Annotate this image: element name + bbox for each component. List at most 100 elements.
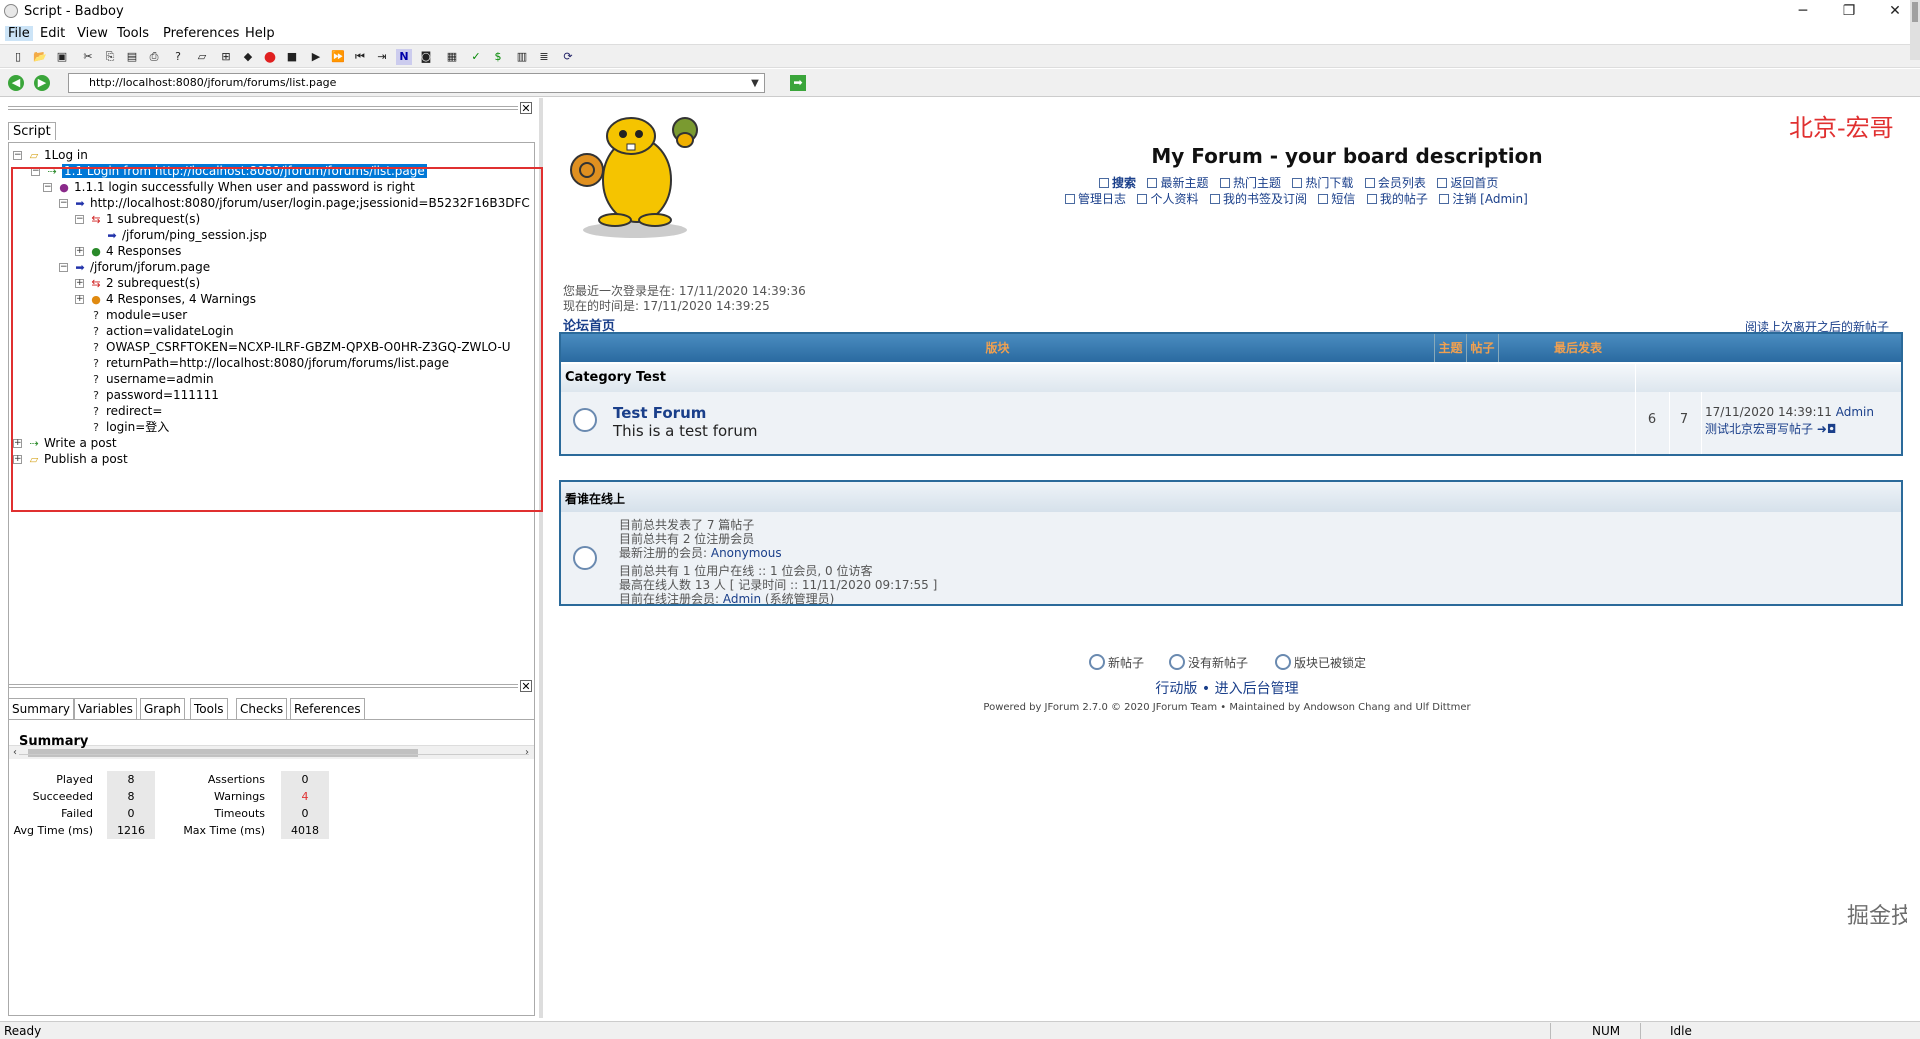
play-all-icon[interactable]: ⏩ — [330, 49, 346, 65]
tab-summary[interactable]: Summary — [8, 698, 74, 720]
online-registered-prefix: 目前在线注册会员: — [619, 592, 723, 606]
forum-table: 版块 主题 帖子 最后发表 Category Test Test Forum T… — [559, 332, 1903, 456]
menu-preferences[interactable]: Preferences — [160, 26, 242, 41]
status-bar: Ready NUM Idle — [0, 1021, 1920, 1039]
forward-icon[interactable]: ▶ — [34, 75, 50, 91]
window-title: Script - Badboy — [24, 4, 124, 19]
top-link-messages[interactable]: 短信 — [1318, 192, 1355, 206]
vscroll-thumb[interactable] — [1912, 2, 1918, 22]
refresh-icon[interactable]: ⟳ — [560, 49, 576, 65]
stat-value-succeeded: 8 — [107, 788, 155, 805]
category-divider — [1635, 364, 1636, 392]
menu-help[interactable]: Help — [242, 26, 278, 41]
restore-button[interactable]: ❐ — [1826, 0, 1872, 24]
help-icon[interactable]: ? — [170, 49, 186, 65]
top-link-hot-label: 热门主题 — [1232, 176, 1281, 190]
variable-icon[interactable]: $ — [490, 49, 506, 65]
top-link-myposts[interactable]: 我的帖子 — [1366, 192, 1428, 206]
rewind-icon[interactable]: ⏮ — [352, 49, 368, 65]
menu-view[interactable]: View — [74, 26, 111, 41]
search-icon — [1099, 178, 1109, 188]
play-icon[interactable]: ▶ — [308, 49, 324, 65]
tab-references[interactable]: References — [290, 698, 365, 720]
vertical-scrollbar[interactable] — [1910, 0, 1920, 60]
cut-icon[interactable]: ✂ — [80, 49, 96, 65]
top-link-members[interactable]: 会员列表 — [1364, 176, 1426, 190]
copy-icon[interactable]: ⎘ — [102, 49, 118, 65]
top-link-bookmarks-label: 我的书签及订阅 — [1222, 192, 1307, 206]
top-link-search[interactable]: 搜索 — [1099, 176, 1136, 190]
report-icon[interactable]: ▦ — [444, 49, 460, 65]
chevron-down-icon[interactable]: ▼ — [748, 75, 762, 91]
paste-icon[interactable]: ▤ — [124, 49, 140, 65]
col-forum: 版块 — [561, 334, 1435, 362]
message-icon — [1318, 194, 1329, 204]
stat-label-assertions: Assertions — [207, 773, 265, 786]
open-icon[interactable]: 📂 — [32, 49, 48, 65]
top-link-modlog[interactable]: 管理日志 — [1065, 192, 1126, 206]
newest-member-link[interactable]: Anonymous — [711, 546, 782, 560]
last-post-user[interactable]: Admin — [1836, 405, 1874, 419]
status-state: Idle — [1670, 1024, 1692, 1038]
top-link-recent[interactable]: 最新主题 — [1147, 176, 1208, 190]
newest-member-prefix: 最新注册的会员: — [619, 546, 711, 560]
who-is-online-box: 看谁在线上 目前总共发表了 7 篇帖子 目前总共有 2 位注册会员 最新注册的会… — [559, 480, 1903, 606]
go-icon[interactable]: ➡ — [790, 75, 806, 91]
collapse-icon[interactable]: − — [13, 151, 22, 160]
back-icon[interactable]: ◀ — [8, 75, 24, 91]
online-admin-link[interactable]: Admin — [723, 592, 761, 606]
tab-graph[interactable]: Graph — [140, 698, 185, 720]
menu-edit[interactable]: Edit — [37, 26, 68, 41]
top-link-logout[interactable]: 注销 [Admin] — [1439, 192, 1528, 206]
stat-label-failed: Failed — [61, 807, 93, 820]
top-link-hot[interactable]: 热门主题 — [1219, 176, 1281, 190]
stop-icon[interactable]: ■ — [284, 49, 300, 65]
category-name[interactable]: Category Test — [565, 370, 666, 385]
navigation-icon[interactable]: N — [396, 49, 412, 65]
top-link-downloads[interactable]: 热门下载 — [1292, 176, 1353, 190]
close-icon[interactable]: ✕ — [520, 680, 532, 693]
tab-script[interactable]: Script — [8, 122, 56, 140]
check-icon[interactable]: ✓ — [468, 49, 484, 65]
status-separator — [1640, 1023, 1641, 1039]
stat-label-timeouts: Timeouts — [214, 807, 265, 820]
top-link-profile[interactable]: 个人资料 — [1137, 192, 1198, 206]
footer-links[interactable]: 行动版 • 进入后台管理 — [547, 678, 1907, 698]
panel-grip[interactable] — [8, 106, 518, 110]
tab-tools[interactable]: Tools — [190, 698, 228, 720]
jforum-mascot-logo — [570, 117, 698, 238]
form-icon[interactable]: ≣ — [536, 49, 552, 65]
screenshot-icon[interactable]: ◙ — [418, 49, 434, 65]
url-input[interactable]: http://localhost:8080/jforum/forums/list… — [68, 73, 765, 93]
menu-tools[interactable]: Tools — [114, 26, 152, 41]
tab-variables[interactable]: Variables — [74, 698, 137, 720]
record-icon[interactable]: ● — [262, 49, 278, 65]
add-step-icon[interactable]: ⊞ — [218, 49, 234, 65]
stat-label-played: Played — [56, 773, 93, 786]
forum-table-header: 版块 主题 帖子 最后发表 — [561, 334, 1901, 362]
forum-name[interactable]: Test Forum — [613, 404, 706, 422]
top-link-home[interactable]: 返回首页 — [1437, 176, 1498, 190]
forum-row: Test Forum This is a test forum 6 7 17/1… — [561, 392, 1901, 454]
tab-checks[interactable]: Checks — [236, 698, 288, 720]
print-icon[interactable]: ⎙ — [146, 49, 162, 65]
step-icon[interactable]: ⇥ — [374, 49, 390, 65]
minimize-button[interactable]: ─ — [1780, 0, 1826, 24]
top-nav-row2: 管理日志 个人资料 我的书签及订阅 短信 我的帖子 注销 [Admin] — [1065, 190, 1528, 207]
add-request-icon[interactable]: ◆ — [240, 49, 256, 65]
online-registered-suffix: (系统管理员) — [761, 592, 835, 606]
new-icon[interactable]: ▯ — [10, 49, 26, 65]
save-icon[interactable]: ▣ — [54, 49, 70, 65]
visit-info: 您最近一次登录是在: 17/11/2020 14:39:36 现在的时间是: 1… — [563, 284, 806, 314]
close-icon[interactable]: ✕ — [520, 102, 532, 115]
menu-file[interactable]: File — [5, 26, 33, 41]
online-body: 目前总共发表了 7 篇帖子 目前总共有 2 位注册会员 最新注册的会员: Ano… — [561, 512, 1901, 606]
panel-grip-bottom[interactable] — [8, 684, 518, 688]
last-post-title[interactable]: 测试北京宏哥写帖子 ➜◘ — [1705, 420, 1836, 437]
last-post-meta: 17/11/2020 14:39:11 Admin — [1705, 405, 1874, 419]
add-folder-icon[interactable]: ▱ — [194, 49, 210, 65]
legend-new-label: 新帖子 — [1108, 656, 1145, 670]
table-icon[interactable]: ▥ — [514, 49, 530, 65]
summary-panel: Summary Played 8 Succeeded 8 Failed 0 Av… — [8, 719, 535, 1016]
top-link-bookmarks[interactable]: 我的书签及订阅 — [1209, 192, 1307, 206]
